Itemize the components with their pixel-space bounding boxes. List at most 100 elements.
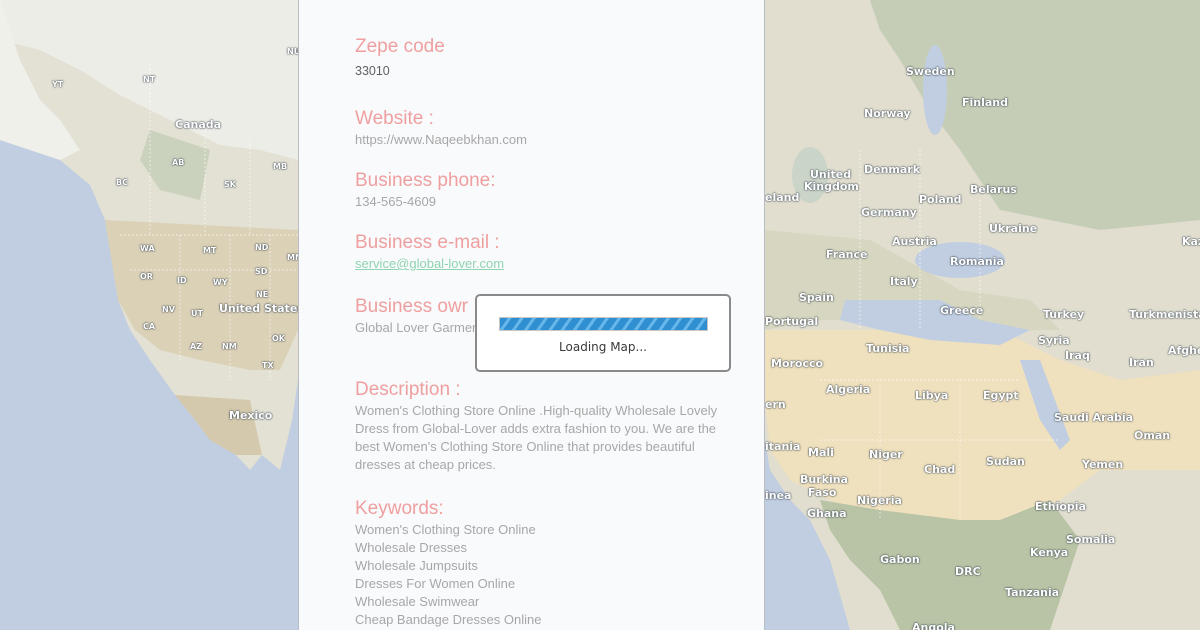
map-label: AB [172, 158, 185, 167]
map-label: NM [222, 342, 237, 351]
keyword-item: Cheap Bandage Dresses Online [355, 612, 542, 627]
map-label: AZ [190, 342, 202, 351]
map-label: Kingdom [804, 180, 859, 193]
map-label: WY [213, 278, 228, 287]
keyword-item: Wholesale Swimwear [355, 594, 480, 609]
map-label: Greece [940, 304, 984, 317]
map-label: Niger [869, 448, 903, 461]
map-label: Poland [919, 193, 962, 206]
map-label: itania [765, 440, 801, 453]
map-label: Gabon [880, 553, 920, 566]
map-label: Egypt [983, 389, 1019, 402]
map-label: SK [224, 180, 236, 189]
map-label: Iraq [1065, 349, 1090, 362]
map-label: Italy [890, 275, 918, 288]
map-label: United States [219, 302, 304, 315]
keyword-item: Women's Clothing Store Online [355, 522, 536, 537]
map-label: Morocco [771, 357, 824, 370]
keywords-heading: Keywords: [355, 498, 444, 519]
loading-progress-bar [499, 317, 708, 331]
map-label: Ethiopia [1035, 500, 1086, 513]
map-label: Angola [912, 621, 955, 630]
map-label: Mali [808, 446, 834, 459]
keyword-item: Wholesale Dresses [355, 540, 467, 555]
keyword-item: Wholesale Jumpsuits [355, 558, 478, 573]
phone-value: 134-565-4609 [355, 194, 436, 209]
map-label: Syria [1038, 334, 1070, 347]
map-label: Algeria [826, 383, 871, 396]
map-label: Libya [915, 389, 949, 402]
zip-value: 33010 [355, 64, 390, 78]
map-label: Turkey [1043, 308, 1085, 321]
map-label: ND [255, 243, 269, 252]
map-label: France [826, 248, 868, 261]
map-label: Sweden [906, 65, 955, 78]
owner-value: Global Lover Garmer [355, 320, 477, 335]
website-value: https://www.Naqeebkhan.com [355, 132, 527, 147]
email-link[interactable]: service@global-lover.com [355, 256, 504, 271]
map-label: eland [765, 191, 800, 204]
map-label: Afghe [1168, 344, 1200, 357]
map-label: Germany [861, 206, 917, 219]
owner-heading: Business owr [355, 296, 468, 317]
map-label: SD [255, 267, 268, 276]
description-heading: Description : [355, 379, 461, 400]
map-label: Oman [1134, 429, 1171, 442]
map-label: Turkmenista [1129, 308, 1200, 321]
loading-text: Loading Map... [559, 340, 647, 354]
map-label: Kenya [1030, 546, 1069, 559]
map-label: NT [143, 75, 156, 84]
zip-section: Zepe code 33010 [355, 35, 445, 80]
map-label: Ghana [807, 507, 847, 520]
owner-section: Business owr Global Lover Garmer [355, 295, 476, 337]
email-value-wrap: service@global-lover.com [355, 255, 504, 273]
map-label: Yemen [1082, 458, 1124, 471]
map-label: Spain [799, 291, 834, 304]
map-label: Saudi Arabia [1054, 411, 1134, 424]
map-label: Sudan [986, 455, 1025, 468]
map-label: Faso [808, 486, 837, 499]
email-section: Business e-mail : service@global-lover.c… [355, 231, 504, 273]
map-label: MT [203, 246, 217, 255]
map-label: Nigeria [857, 494, 902, 507]
map-label: Norway [864, 107, 911, 120]
map-label: Mexico [229, 409, 273, 422]
map-label: OK [272, 334, 285, 343]
description-value: Women's Clothing Store Online .High-qual… [355, 403, 718, 472]
map-label: Austria [892, 235, 937, 248]
map-label: Portugal [765, 315, 819, 328]
map-label: Finland [962, 96, 1009, 109]
map-label: OR [140, 272, 153, 281]
map-label: Canada [175, 118, 222, 131]
keyword-item: Dresses For Women Online [355, 576, 516, 591]
map-label: Burkina [800, 473, 848, 486]
map-label: NE [256, 290, 269, 299]
map-label: BC [116, 178, 128, 187]
map-label: ID [177, 276, 187, 285]
map-label: Tunisia [866, 342, 910, 355]
map-label: UT [191, 309, 203, 318]
loading-progress-fill [500, 318, 707, 330]
map-label: Somalia [1066, 533, 1116, 546]
map-label: TX [262, 361, 274, 370]
description-section: Description : Women's Clothing Store Onl… [355, 378, 743, 474]
email-heading: Business e-mail : [355, 232, 500, 253]
website-heading: Website : [355, 108, 434, 129]
website-section: Website : https://www.Naqeebkhan.com [355, 107, 527, 149]
keywords-list: Women's Clothing Store Online Wholesale … [355, 521, 541, 629]
map-label: Denmark [864, 163, 921, 176]
phone-section: Business phone: 134-565-4609 [355, 169, 496, 211]
phone-heading: Business phone: [355, 170, 496, 191]
map-label: Romania [950, 255, 1004, 268]
map-label: MB [273, 162, 288, 171]
keywords-section: Keywords: Women's Clothing Store Online … [355, 497, 541, 629]
map-label: Belarus [970, 183, 1017, 196]
map-label: inea [765, 489, 792, 502]
map-label: Ukraine [989, 222, 1038, 235]
map-label: Tanzania [1005, 586, 1060, 599]
map-label: Kaz [1182, 235, 1200, 248]
map-label: WA [140, 244, 155, 253]
map-label: Iran [1129, 356, 1154, 369]
map-label: Chad [924, 463, 956, 476]
map-label: YT [52, 80, 64, 89]
